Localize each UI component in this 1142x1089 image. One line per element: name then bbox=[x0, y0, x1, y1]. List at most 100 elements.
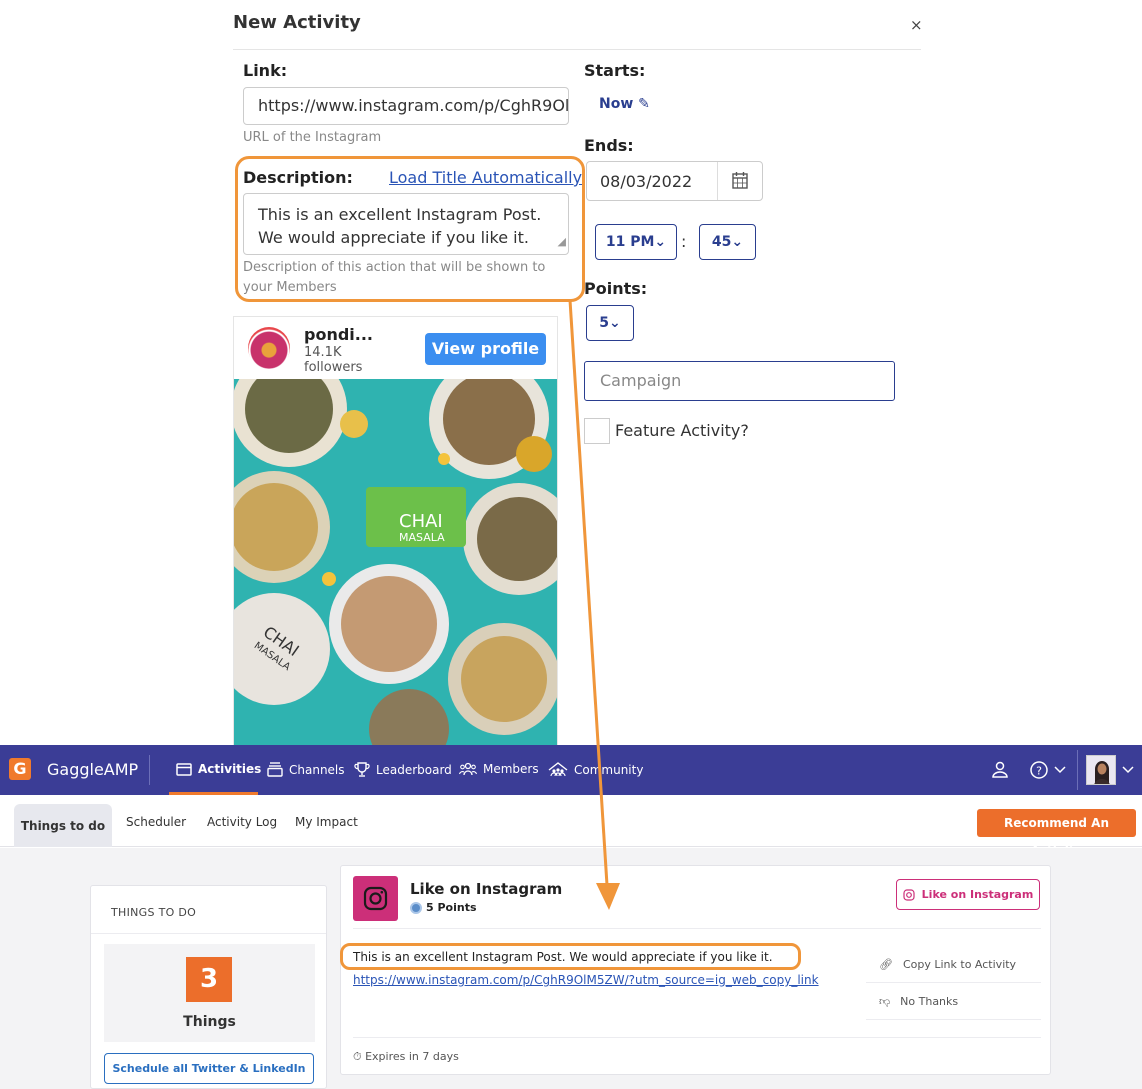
starts-now-text: Now bbox=[599, 96, 634, 112]
instagram-badge bbox=[353, 876, 398, 921]
minute-select-value: 45 bbox=[711, 234, 732, 250]
card-divider bbox=[353, 928, 1041, 929]
nav-item-leaderboard[interactable]: Leaderboard bbox=[354, 762, 452, 777]
link-label: Link: bbox=[243, 61, 288, 80]
activity-description: This is an excellent Instagram Post. We … bbox=[353, 950, 773, 964]
user-settings-icon[interactable] bbox=[990, 760, 1010, 780]
followers-label: followers bbox=[304, 360, 363, 375]
help-icon[interactable]: ? bbox=[1029, 760, 1069, 780]
nav-item-members[interactable]: Members bbox=[459, 762, 539, 776]
activity-link[interactable]: https://www.instagram.com/p/CghR9OlM5ZW/… bbox=[353, 973, 819, 987]
feature-activity-label: Feature Activity? bbox=[615, 421, 749, 440]
calendar-icon[interactable] bbox=[732, 171, 748, 189]
things-count: 3 bbox=[186, 957, 232, 1002]
profile-avatar[interactable] bbox=[248, 327, 290, 369]
photo-tin-label-1: CHAI bbox=[399, 511, 443, 532]
instagram-icon bbox=[903, 888, 915, 901]
resize-grip-icon[interactable]: ◢ bbox=[558, 230, 566, 253]
points-select-value: 5 bbox=[599, 315, 609, 331]
activity-points: 5 Points bbox=[410, 901, 477, 914]
activity-card: Like on Instagram 5 Points Like on Insta… bbox=[340, 865, 1051, 1075]
instagram-post-image[interactable]: CHAI MASALA CHAI MASALA bbox=[234, 379, 558, 746]
activity-expires: ⏱︎ Expires in 7 days bbox=[353, 1050, 459, 1064]
chevron-down-icon: ⌄ bbox=[609, 315, 621, 331]
tab-scheduler[interactable]: Scheduler bbox=[126, 815, 186, 829]
copy-link-action[interactable]: 🔗︎ Copy Link to Activity bbox=[879, 958, 1016, 971]
sub-navigation: Things to do Scheduler Activity Log My I… bbox=[0, 795, 1142, 858]
minute-select[interactable]: 45⌄ bbox=[699, 224, 756, 260]
svg-text:?: ? bbox=[1036, 765, 1042, 778]
close-icon[interactable]: × bbox=[910, 16, 923, 34]
description-label: Description: bbox=[243, 168, 353, 187]
things-to-do-panel: THINGS TO DO 3 Things Schedule all Twitt… bbox=[90, 885, 327, 1089]
chevron-down-icon[interactable] bbox=[1121, 765, 1135, 775]
end-date-input[interactable]: 08/03/2022 bbox=[586, 161, 763, 201]
members-icon bbox=[459, 762, 477, 776]
window-icon bbox=[176, 762, 192, 776]
tab-my-impact[interactable]: My Impact bbox=[295, 815, 358, 829]
load-title-link[interactable]: Load Title Automatically bbox=[389, 168, 582, 187]
description-textarea[interactable]: This is an excellent Instagram Post. We … bbox=[243, 193, 569, 255]
community-icon bbox=[548, 762, 568, 777]
like-button-label: Like on Instagram bbox=[921, 888, 1034, 901]
channels-icon bbox=[267, 762, 283, 777]
campaign-input[interactable]: Campaign bbox=[584, 361, 895, 401]
date-input-divider bbox=[717, 162, 718, 200]
modal-divider bbox=[233, 49, 921, 50]
schedule-all-button[interactable]: Schedule all Twitter & LinkedIn bbox=[104, 1053, 314, 1084]
nav-item-community[interactable]: Community bbox=[548, 762, 643, 777]
avatar-image bbox=[1087, 756, 1115, 784]
link-input[interactable]: https://www.instagram.com/p/CghR9Ol bbox=[243, 87, 569, 125]
instagram-embed: pondi... 14.1K followers View profile CH… bbox=[233, 316, 558, 746]
description-hint: Description of this action that will be … bbox=[243, 260, 546, 295]
points-label: Points: bbox=[584, 279, 648, 298]
nav-label: Leaderboard bbox=[376, 762, 452, 777]
no-thanks-action[interactable]: 👎︎ No Thanks bbox=[879, 995, 958, 1008]
photo-tin-label-2: MASALA bbox=[399, 531, 445, 544]
side-divider bbox=[866, 1019, 1041, 1020]
points-select[interactable]: 5⌄ bbox=[586, 305, 634, 341]
points-icon bbox=[410, 901, 422, 914]
end-date-value: 08/03/2022 bbox=[600, 172, 693, 191]
followers-count: 14.1K followers bbox=[304, 345, 384, 375]
ends-label: Ends: bbox=[584, 136, 634, 155]
points-text: 5 Points bbox=[426, 901, 477, 914]
things-to-do-heading: THINGS TO DO bbox=[111, 906, 197, 919]
side-divider bbox=[866, 982, 1041, 983]
chevron-down-icon: ⌄ bbox=[731, 234, 744, 250]
pencil-icon: ✎ bbox=[638, 96, 650, 112]
gaggleamp-logo-icon[interactable]: G bbox=[9, 758, 31, 780]
tab-activity-log[interactable]: Activity Log bbox=[207, 815, 277, 829]
avatar[interactable] bbox=[1086, 755, 1116, 785]
starts-label: Starts: bbox=[584, 61, 646, 80]
brand-name[interactable]: GaggleAMP bbox=[47, 760, 138, 779]
nav-label: Activities bbox=[198, 762, 262, 776]
no-thanks-label: No Thanks bbox=[900, 995, 959, 1008]
view-profile-button[interactable]: View profile bbox=[425, 333, 546, 365]
nav-divider bbox=[1077, 750, 1078, 790]
copy-link-label: Copy Link to Activity bbox=[902, 958, 1017, 971]
chevron-down-icon: ⌄ bbox=[654, 234, 667, 250]
nav-label: Members bbox=[483, 762, 539, 776]
hour-select-value: 11 PM bbox=[605, 234, 655, 250]
expires-text: Expires in 7 days bbox=[365, 1050, 459, 1063]
starts-now-link[interactable]: Now ✎ bbox=[599, 96, 650, 112]
tab-things-to-do[interactable]: Things to do bbox=[14, 804, 112, 847]
trophy-icon bbox=[354, 762, 370, 777]
nav-item-activities[interactable]: Activities bbox=[176, 762, 261, 776]
like-on-instagram-button[interactable]: Like on Instagram bbox=[896, 879, 1040, 910]
nav-label: Community bbox=[574, 762, 644, 777]
panel-divider bbox=[91, 933, 326, 934]
feature-activity-checkbox[interactable] bbox=[584, 418, 610, 444]
hour-select[interactable]: 11 PM⌄ bbox=[595, 224, 677, 260]
description-text: This is an excellent Instagram Post. We … bbox=[258, 205, 542, 247]
instagram-username[interactable]: pondi... bbox=[304, 325, 373, 344]
link-hint: URL of the Instagram bbox=[243, 130, 382, 145]
things-label: Things bbox=[183, 1014, 236, 1030]
followers-number: 14.1K bbox=[304, 345, 342, 360]
recommend-activity-button[interactable]: Recommend An Activity bbox=[977, 809, 1136, 858]
stopwatch-icon: ⏱︎ bbox=[353, 1050, 362, 1063]
modal-title: New Activity bbox=[233, 12, 361, 33]
instagram-icon bbox=[363, 886, 388, 911]
nav-item-channels[interactable]: Channels bbox=[267, 762, 345, 777]
